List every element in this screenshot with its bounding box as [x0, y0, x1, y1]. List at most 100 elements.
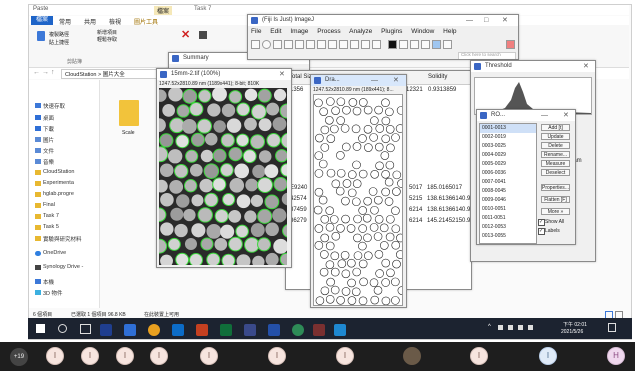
roi-list-item[interactable]: 0004-0029 — [480, 151, 536, 160]
tray-volume-icon[interactable] — [508, 325, 513, 330]
roi-list-item[interactable]: 0001-0013 — [480, 124, 536, 133]
nav-synology[interactable]: Synology Drive - — [35, 264, 83, 270]
up-icon[interactable]: ↑ — [51, 69, 55, 76]
participant-avatar-photo[interactable] — [403, 347, 421, 365]
roi-list-item[interactable]: 0013-0055 — [480, 232, 536, 241]
freehand-tool-icon[interactable] — [284, 40, 293, 49]
tray-icons[interactable]: ^ — [488, 324, 538, 332]
roi-more-button[interactable]: More » — [541, 208, 570, 215]
nav-this-pc[interactable]: 本機 — [35, 278, 54, 286]
nav-final[interactable]: Final — [35, 202, 55, 208]
show-all-checkbox[interactable]: ✓ — [538, 219, 545, 226]
nav-research[interactable]: 實驗與研究材料 — [35, 235, 82, 243]
polygon-tool-icon[interactable] — [273, 40, 282, 49]
imagej-maximize-button[interactable]: □ — [484, 15, 488, 26]
nav-hglab[interactable]: hglab.progre — [35, 191, 74, 197]
roi-list-item[interactable]: 0012-0053 — [480, 223, 536, 232]
roi-properties-button[interactable]: Properties... — [541, 184, 570, 191]
roi-update-button[interactable]: Update — [541, 133, 570, 140]
menu-file[interactable]: File — [251, 28, 261, 35]
roi-list-item[interactable]: 0011-0051 — [480, 214, 536, 223]
participant-avatar[interactable]: I — [81, 347, 99, 365]
nav-onedrive[interactable]: OneDrive — [35, 250, 66, 256]
participants-overflow-badge[interactable]: +19 — [10, 348, 28, 366]
switch-toolset-icon[interactable] — [506, 40, 515, 49]
roi-add-button[interactable]: Add [t] — [541, 124, 570, 131]
tray-network-icon[interactable] — [498, 325, 503, 330]
tray-ime-icon[interactable] — [518, 325, 523, 330]
menu-process[interactable]: Process — [317, 28, 340, 35]
task-view-icon[interactable] — [80, 324, 91, 334]
taskbar-app-2[interactable] — [124, 324, 136, 336]
flood-fill-icon[interactable] — [421, 40, 430, 49]
threshold-close-button[interactable]: ✕ — [583, 61, 589, 72]
angle-tool-icon[interactable] — [306, 40, 315, 49]
color-picker-icon[interactable] — [388, 40, 397, 49]
nav-pictures[interactable]: 圖片 — [35, 136, 54, 144]
address-bar[interactable]: CloudStation > 圖片大全 — [61, 69, 158, 79]
participant-avatar[interactable]: I — [200, 347, 218, 365]
clock-date[interactable]: 2021/5/26 — [561, 329, 583, 335]
taskbar-app-3-firefox[interactable] — [148, 324, 160, 336]
menu-window[interactable]: Window — [411, 28, 434, 35]
image-close-button[interactable]: ✕ — [279, 69, 285, 80]
brush-tool-icon[interactable] — [410, 40, 419, 49]
menu-image[interactable]: Image — [290, 28, 308, 35]
taskbar-app-4[interactable] — [172, 324, 184, 336]
roi-close-button[interactable]: ✕ — [563, 110, 569, 121]
nav-task7[interactable]: Task 7 — [35, 213, 59, 219]
roi-list-item[interactable]: 0003-0025 — [480, 142, 536, 151]
participant-avatar[interactable]: I — [268, 347, 286, 365]
nav-experimenta[interactable]: Experimenta — [35, 180, 74, 186]
menu-edit[interactable]: Edit — [270, 28, 281, 35]
pencil-tool-icon[interactable] — [399, 40, 408, 49]
ribbon-label-easy[interactable]: 輕鬆存取 — [97, 36, 117, 43]
taskbar-app-6[interactable] — [220, 324, 232, 336]
notification-icon[interactable] — [608, 323, 616, 332]
delete-x-icon[interactable]: ✕ — [181, 30, 191, 41]
imagej-minimize-button[interactable]: — — [466, 15, 473, 26]
roi-list-item[interactable]: 0006-0036 — [480, 169, 536, 178]
participant-avatar[interactable]: H — [607, 347, 625, 365]
roi-minimize-button[interactable]: — — [541, 110, 548, 121]
particle-image[interactable] — [159, 88, 287, 265]
taskbar-app-8[interactable] — [268, 324, 280, 336]
participant-avatar[interactable]: I — [336, 347, 354, 365]
tray-clipboard-icon[interactable] — [528, 325, 533, 330]
roi-rename-button[interactable]: Rename... — [541, 151, 570, 158]
forward-icon[interactable]: → — [42, 69, 49, 76]
imagej-search-bar[interactable]: Click here to search — [458, 52, 516, 59]
scroll-tool-icon[interactable] — [361, 40, 370, 49]
more-tools-icon[interactable] — [443, 40, 452, 49]
roi-list-item[interactable]: 0009-0046 — [480, 196, 536, 205]
roi-deselect-button[interactable]: Deselect — [541, 169, 570, 176]
participant-avatar[interactable]: I — [46, 347, 64, 365]
roi-list-item[interactable]: 0008-0045 — [480, 187, 536, 196]
taskbar-app-1[interactable] — [100, 324, 112, 336]
rectangle-tool-icon[interactable] — [251, 40, 260, 49]
ribbon-tab-file[interactable]: 檔案 — [31, 16, 53, 25]
clock-time[interactable]: 下午 02:01 — [563, 321, 587, 328]
roi-flatten-button[interactable]: Flatten [F] — [541, 196, 570, 203]
menu-plugins[interactable]: Plugins — [381, 28, 402, 35]
start-windows-icon[interactable] — [36, 324, 45, 333]
nav-music[interactable]: 音樂 — [35, 158, 54, 166]
col-solidity[interactable]: Solidity — [428, 74, 447, 80]
roi-measure-button[interactable]: Measure — [541, 160, 570, 167]
nav-3d-objects[interactable]: 3D 物件 — [35, 289, 63, 297]
taskbar-app-9-chrome[interactable] — [292, 324, 304, 336]
pin-icon[interactable] — [37, 31, 45, 41]
nav-desktop[interactable]: 桌面 — [35, 114, 54, 122]
drawing-minimize-button[interactable]: — — [371, 75, 378, 86]
tray-chevron-icon[interactable]: ^ — [488, 324, 491, 330]
imagej-close-button[interactable]: ✕ — [502, 15, 508, 26]
roi-list-item[interactable]: 0002-0019 — [480, 133, 536, 142]
taskbar-app-11-fiji[interactable] — [334, 324, 346, 336]
search-icon[interactable] — [58, 324, 67, 333]
participant-avatar[interactable]: I — [470, 347, 488, 365]
taskbar-app-5[interactable] — [196, 324, 208, 336]
line-tool-icon[interactable] — [295, 40, 304, 49]
participant-avatar[interactable]: I — [539, 347, 557, 365]
nav-downloads[interactable]: 下載 — [35, 125, 54, 133]
roi-list[interactable]: 0001-0013 0002-0019 0003-0025 0004-0029 0005… — [479, 123, 537, 244]
